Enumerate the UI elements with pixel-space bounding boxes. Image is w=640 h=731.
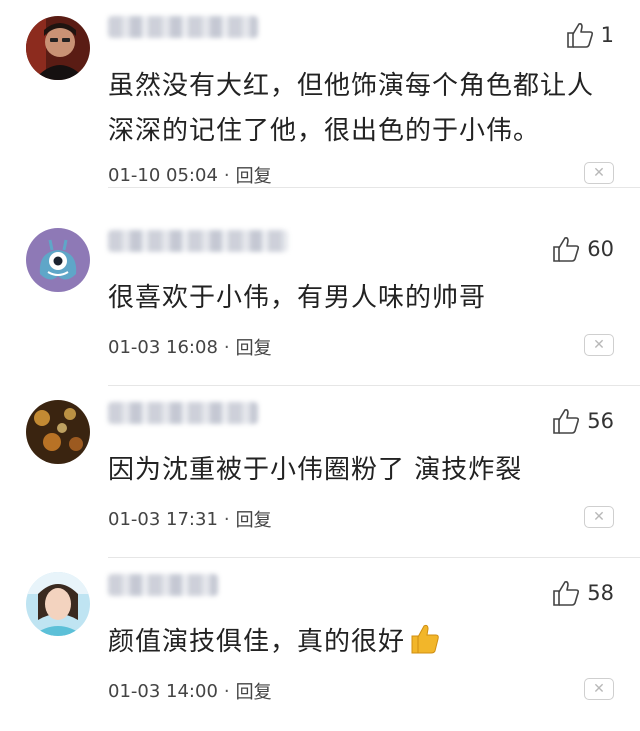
username-blurred[interactable] [108, 16, 258, 38]
thumbs-up-outline-icon [553, 581, 580, 606]
avatar[interactable] [26, 400, 90, 464]
comment-text: 很喜欢于小伟，有男人味的帅哥 [108, 283, 487, 313]
comment-time: 01-10 05:04 [108, 164, 218, 186]
comment-meta: 01-10 05:04 · 回复 [108, 162, 272, 188]
meta-separator: · [223, 508, 230, 530]
comment-item: 58 颜值演技俱佳，真的很好 01-03 14:00 · 回复 ✕ [0, 558, 640, 730]
comment-time: 01-03 16:08 [108, 336, 218, 358]
meta-separator: · [223, 680, 230, 702]
meta-separator: · [223, 164, 230, 186]
like-count: 1 [600, 23, 614, 47]
dismiss-button[interactable]: ✕ [584, 506, 614, 528]
thumbs-up-emoji-icon [411, 624, 439, 654]
like-count: 56 [587, 409, 614, 433]
comment-meta: 01-03 17:31 · 回复 [108, 506, 272, 532]
reply-button[interactable]: 回复 [236, 506, 272, 532]
meta-separator: · [223, 336, 230, 358]
avatar[interactable] [26, 16, 90, 80]
reply-button[interactable]: 回复 [236, 678, 272, 704]
comment-time: 01-03 14:00 [108, 680, 218, 702]
like-button[interactable]: 1 [565, 18, 614, 52]
close-icon: ✕ [593, 509, 605, 525]
avatar-photo [26, 400, 90, 464]
avatar-photo [26, 228, 90, 292]
avatar[interactable] [26, 572, 90, 636]
comment-meta: 01-03 14:00 · 回复 [108, 678, 272, 704]
dismiss-button[interactable]: ✕ [584, 678, 614, 700]
like-button[interactable]: 56 [551, 404, 614, 438]
dismiss-button[interactable]: ✕ [584, 334, 614, 356]
thumbs-up-outline-icon [566, 23, 593, 48]
comment-text: 因为沈重被于小伟圈粉了 演技炸裂 [108, 455, 523, 485]
comment-text: 颜值演技俱佳，真的很好 [108, 620, 606, 665]
username-blurred[interactable] [108, 574, 218, 596]
thumbs-up-outline-icon [553, 409, 580, 434]
comment-text: 虽然没有大红，但他饰演每个角色都让人深深的记住了他，很出色的于小伟。 [108, 71, 595, 146]
like-count: 58 [587, 581, 614, 605]
comment-item: 60 很喜欢于小伟，有男人味的帅哥 01-03 16:08 · 回复 ✕ [0, 214, 640, 386]
thumbs-up-outline-icon [553, 237, 580, 262]
close-icon: ✕ [593, 681, 605, 697]
like-button[interactable]: 60 [551, 232, 614, 266]
avatar[interactable] [26, 228, 90, 292]
like-count: 60 [587, 237, 614, 261]
comment-meta: 01-03 16:08 · 回复 [108, 334, 272, 360]
comment-list: 1 虽然没有大红，但他饰演每个角色都让人深深的记住了他，很出色的于小伟。 01-… [0, 0, 640, 731]
comment-text-content: 颜值演技俱佳，真的很好 [108, 627, 406, 657]
close-icon: ✕ [593, 337, 605, 353]
avatar-photo [26, 572, 90, 636]
avatar-photo [26, 16, 90, 80]
comment-item: 1 虽然没有大红，但他饰演每个角色都让人深深的记住了他，很出色的于小伟。 01-… [0, 0, 640, 188]
reply-button[interactable]: 回复 [236, 334, 272, 360]
reply-button[interactable]: 回复 [236, 162, 272, 188]
dismiss-button[interactable]: ✕ [584, 162, 614, 184]
comment-item: 56 因为沈重被于小伟圈粉了 演技炸裂 01-03 17:31 · 回复 ✕ [0, 386, 640, 558]
close-icon: ✕ [593, 165, 605, 181]
like-button[interactable]: 58 [551, 576, 614, 610]
comment-time: 01-03 17:31 [108, 508, 218, 530]
divider [108, 187, 640, 188]
username-blurred[interactable] [108, 402, 258, 424]
username-blurred[interactable] [108, 230, 288, 252]
